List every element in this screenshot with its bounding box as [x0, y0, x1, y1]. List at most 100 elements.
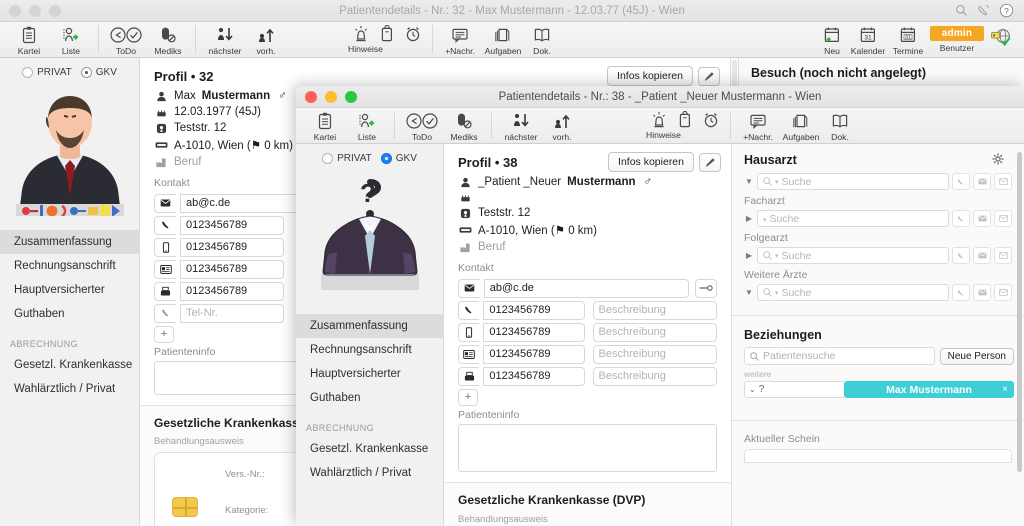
front-fax-description-input[interactable]: Beschreibung	[592, 366, 717, 386]
relation-tag-row[interactable]: ⌄ ? Max Mustermann ×	[732, 381, 1024, 398]
folgearzt-call-button[interactable]	[952, 247, 970, 264]
front-card-input[interactable]: 0123456789	[483, 344, 585, 364]
toolbar-naechster[interactable]: nächster	[202, 23, 248, 56]
hausarzt-email-outline-button[interactable]	[994, 173, 1012, 190]
sidebar-item-hauptversicherter[interactable]: Hauptversicherter	[296, 362, 443, 386]
front-email-input[interactable]: ab@c.de	[483, 278, 690, 298]
alert-icon[interactable]	[646, 109, 672, 129]
toolbar-mediks[interactable]: Mediks	[147, 23, 189, 56]
front-window-traffic-lights[interactable]	[296, 90, 357, 103]
sidebar-item-guthaben[interactable]: Guthaben	[0, 302, 139, 326]
sidebar-item-wahlaerztlich[interactable]: Wahlärztlich / Privat	[296, 461, 443, 485]
front-fax-input[interactable]: 0123456789	[483, 366, 585, 386]
front-window[interactable]: Patientendetails - Nr.: 38 - _Patient _N…	[296, 86, 1024, 526]
sidebar-item-rechnungsanschrift[interactable]: Rechnungsanschrift	[296, 338, 443, 362]
front-contact-email-row[interactable]: ab@c.de	[444, 277, 731, 299]
toolbar-vorh[interactable]: vorh.	[248, 23, 284, 56]
back-card-input[interactable]: 0123456789	[180, 259, 284, 279]
folgearzt-search-row[interactable]: ▶ ▾ Suche	[732, 245, 1024, 266]
toolbar-mediks[interactable]: Mediks	[443, 109, 485, 142]
toolbar-hinweise-group[interactable]: Hinweise	[348, 23, 426, 54]
front-patient-info-textarea[interactable]	[458, 424, 717, 472]
network-ok-icon[interactable]	[986, 23, 1016, 47]
aktueller-schein-card[interactable]	[744, 449, 1012, 463]
weitere-aerzte-mail-button[interactable]	[973, 284, 991, 301]
back-sidebar[interactable]: PRIVAT GKV Zusammenfassung Rechnungsansc…	[0, 58, 140, 526]
back-window-titlebar[interactable]: Patientendetails - Nr.: 32 - Max Musterm…	[0, 0, 1024, 22]
hausarzt-search-row[interactable]: ▼ ▾ Suche	[732, 171, 1024, 192]
alarm-clock-icon[interactable]	[698, 109, 724, 129]
sidebar-item-gesetzl-krankenkasse[interactable]: Gesetzl. Krankenkasse	[0, 353, 139, 377]
back-insurance-type-radios[interactable]: PRIVAT GKV	[0, 58, 139, 84]
facharzt-mail-button[interactable]	[973, 210, 991, 227]
front-copy-infos-button[interactable]: Infos kopieren	[608, 152, 694, 172]
sidebar-item-zusammenfassung[interactable]: Zusammenfassung	[296, 314, 443, 338]
back-edit-button[interactable]	[698, 66, 720, 86]
weitere-aerzte-search-row[interactable]: ▼ ▾ Suche	[732, 282, 1024, 303]
back-fax-input[interactable]: 0123456789	[180, 281, 284, 301]
toolbar-todo[interactable]: ToDo	[401, 109, 443, 142]
key-icon[interactable]	[695, 278, 717, 298]
chevron-down-icon[interactable]: ▼	[744, 288, 754, 297]
toolbar-vorh[interactable]: vorh.	[544, 109, 580, 142]
close-icon[interactable]: ×	[1002, 384, 1008, 395]
new-person-button[interactable]: Neue Person	[939, 347, 1014, 365]
front-sidebar[interactable]: PRIVAT GKV ? Zusammenfassung Rechnungsan…	[296, 144, 444, 526]
relation-type-select[interactable]: ⌄ ?	[744, 381, 844, 398]
weitere-aerzte-email-outline-button[interactable]	[994, 284, 1012, 301]
front-right-scrollbar[interactable]	[1017, 152, 1022, 472]
patient-search-input[interactable]: Patientensuche	[744, 347, 935, 365]
front-window-toolbar[interactable]: Kartei Liste ToDo Mediks nächster vorh. …	[296, 108, 1024, 144]
hausarzt-call-button[interactable]	[952, 173, 970, 190]
front-window-titlebar[interactable]: Patientendetails - Nr.: 38 - _Patient _N…	[296, 86, 1024, 108]
close-button[interactable]	[9, 4, 21, 17]
toolbar-kartei[interactable]: Kartei	[304, 109, 346, 142]
minimize-button[interactable]	[325, 90, 337, 103]
gear-icon[interactable]	[992, 153, 1004, 165]
minimize-button[interactable]	[29, 4, 41, 17]
front-card-description-input[interactable]: Beschreibung	[592, 344, 717, 364]
toolbar-liste[interactable]: Liste	[346, 109, 388, 142]
zoom-button[interactable]	[49, 4, 61, 17]
toolbar-dok[interactable]: Dok.	[525, 23, 559, 56]
front-contact-mobile-row[interactable]: 0123456789 Beschreibung	[444, 321, 731, 343]
chevron-right-icon[interactable]: ▶	[744, 214, 754, 223]
facharzt-search-input[interactable]: ▾ Suche	[757, 210, 949, 227]
front-contact-card-row[interactable]: 0123456789 Beschreibung	[444, 343, 731, 365]
front-mobile-input[interactable]: 0123456789	[483, 322, 585, 342]
chevron-down-icon[interactable]: ▼	[744, 177, 754, 186]
folgearzt-email-outline-button[interactable]	[994, 247, 1012, 264]
toolbar-neu[interactable]: Neu	[816, 23, 848, 56]
notes-bag-icon[interactable]	[374, 23, 400, 43]
toolbar-kalender[interactable]: 31 Kalender	[848, 23, 888, 56]
sidebar-item-guthaben[interactable]: Guthaben	[296, 386, 443, 410]
alert-icon[interactable]	[348, 23, 374, 43]
sidebar-item-gesetzl-krankenkasse[interactable]: Gesetzl. Krankenkasse	[296, 437, 443, 461]
facharzt-call-button[interactable]	[952, 210, 970, 227]
front-phone-input[interactable]: 0123456789	[483, 300, 585, 320]
facharzt-email-outline-button[interactable]	[994, 210, 1012, 227]
back-add-contact-button[interactable]: +	[154, 325, 174, 343]
radio-privat[interactable]: PRIVAT	[322, 153, 372, 164]
notes-bag-icon[interactable]	[672, 109, 698, 129]
front-contact-phone-row[interactable]: 0123456789 Beschreibung	[444, 299, 731, 321]
phone-icon[interactable]	[977, 4, 990, 17]
sidebar-item-wahlaerztlich[interactable]: Wahlärztlich / Privat	[0, 377, 139, 401]
relation-tag-max-mustermann[interactable]: Max Mustermann ×	[844, 381, 1014, 398]
back-window-traffic-lights[interactable]	[0, 4, 61, 17]
front-add-contact-button[interactable]: +	[458, 388, 478, 406]
toolbar-todo[interactable]: ToDo	[105, 23, 147, 56]
front-contact-fax-row[interactable]: 0123456789 Beschreibung	[444, 365, 731, 387]
radio-gkv[interactable]: GKV	[380, 153, 417, 164]
folgearzt-mail-button[interactable]	[973, 247, 991, 264]
toolbar-dok[interactable]: Dok.	[823, 109, 857, 142]
chevron-right-icon[interactable]: ▶	[744, 251, 754, 260]
front-phone-description-input[interactable]: Beschreibung	[592, 300, 717, 320]
front-patient-avatar[interactable]: ?	[296, 170, 443, 310]
back-copy-infos-button[interactable]: Infos kopieren	[607, 66, 693, 86]
hausarzt-search-input[interactable]: ▾ Suche	[757, 173, 949, 190]
back-mobile-input[interactable]: 0123456789	[180, 237, 284, 257]
weitere-aerzte-call-button[interactable]	[952, 284, 970, 301]
radio-privat[interactable]: PRIVAT	[22, 67, 72, 78]
close-button[interactable]	[305, 90, 317, 103]
